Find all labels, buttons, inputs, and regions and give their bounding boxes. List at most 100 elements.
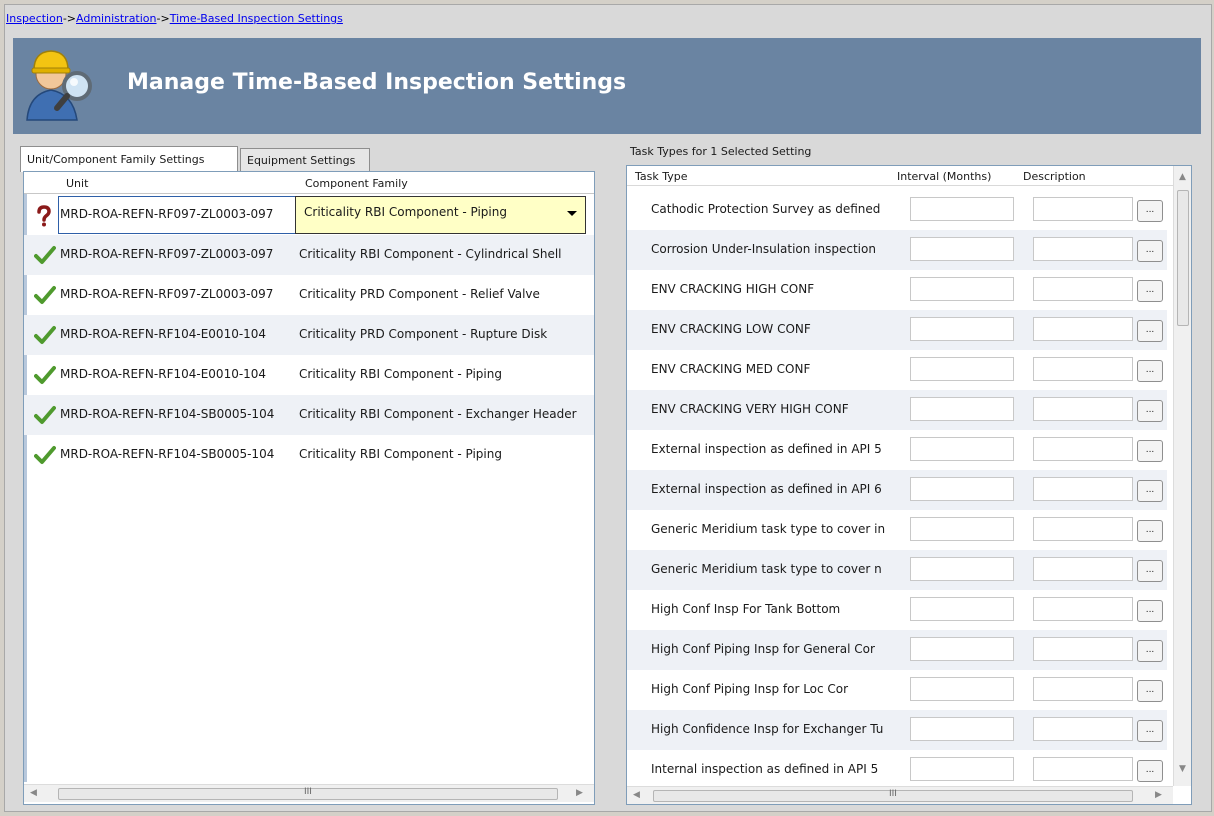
ellipsis-button[interactable]: ... xyxy=(1137,760,1163,782)
scroll-right-icon[interactable]: ▶ xyxy=(576,788,583,798)
scroll-left-icon[interactable]: ◀ xyxy=(633,790,640,800)
task-type-row[interactable]: High Confidence Insp for Exchanger Tu... xyxy=(627,710,1167,750)
ellipsis-button[interactable]: ... xyxy=(1137,720,1163,742)
checkmark-icon xyxy=(34,285,56,305)
ellipsis-button[interactable]: ... xyxy=(1137,320,1163,342)
checkmark-icon xyxy=(34,405,56,425)
interval-input[interactable] xyxy=(910,597,1014,621)
description-input[interactable] xyxy=(1033,637,1133,661)
task-type-row[interactable]: High Conf Piping Insp for General Cor... xyxy=(627,630,1167,670)
table-row[interactable]: MRD-ROA-REFN-RF104-SB0005-104 Criticality… xyxy=(24,395,594,435)
component-family-cell: Criticality RBI Component - Piping xyxy=(299,447,502,461)
table-row[interactable]: MRD-ROA-REFN-RF097-ZL0003-097 Criticality… xyxy=(24,275,594,315)
scroll-right-icon[interactable]: ▶ xyxy=(1155,790,1162,800)
breadcrumb-link-administration[interactable]: Administration xyxy=(76,12,157,25)
table-row[interactable]: MRD-ROA-REFN-RF097-ZL0003-097 Criticality… xyxy=(24,195,594,235)
task-type-row[interactable]: External inspection as defined in API 6.… xyxy=(627,470,1167,510)
task-grid-header: Task Type Interval (Months) Description xyxy=(627,166,1173,186)
task-type-row[interactable]: ENV CRACKING MED CONF... xyxy=(627,350,1167,390)
ellipsis-button[interactable]: ... xyxy=(1137,440,1163,462)
description-input[interactable] xyxy=(1033,317,1133,341)
table-row[interactable]: MRD-ROA-REFN-RF104-SB0005-104 Criticality… xyxy=(24,435,594,475)
ellipsis-button[interactable]: ... xyxy=(1137,680,1163,702)
interval-input[interactable] xyxy=(910,197,1014,221)
task-type-row[interactable]: ENV CRACKING HIGH CONF... xyxy=(627,270,1167,310)
description-input[interactable] xyxy=(1033,757,1133,781)
interval-input[interactable] xyxy=(910,557,1014,581)
column-header-unit[interactable]: Unit xyxy=(66,177,88,190)
description-input[interactable] xyxy=(1033,357,1133,381)
ellipsis-button[interactable]: ... xyxy=(1137,360,1163,382)
table-row[interactable]: MRD-ROA-REFN-RF097-ZL0003-097 Criticality… xyxy=(24,235,594,275)
interval-input[interactable] xyxy=(910,357,1014,381)
left-horizontal-scrollbar[interactable]: ◀ III ▶ xyxy=(24,784,594,802)
description-input[interactable] xyxy=(1033,597,1133,621)
scroll-down-icon[interactable]: ▼ xyxy=(1179,764,1186,774)
interval-input[interactable] xyxy=(910,317,1014,341)
description-input[interactable] xyxy=(1033,517,1133,541)
description-input[interactable] xyxy=(1033,277,1133,301)
ellipsis-button[interactable]: ... xyxy=(1137,240,1163,262)
breadcrumb-link-time-based-settings[interactable]: Time-Based Inspection Settings xyxy=(170,12,343,25)
interval-input[interactable] xyxy=(910,757,1014,781)
breadcrumb-link-inspection[interactable]: Inspection xyxy=(6,12,63,25)
interval-input[interactable] xyxy=(910,237,1014,261)
ellipsis-button[interactable]: ... xyxy=(1137,480,1163,502)
task-type-row[interactable]: Corrosion Under-Insulation inspection... xyxy=(627,230,1167,270)
task-type-name: Generic Meridium task type to cover n xyxy=(651,562,882,576)
description-input[interactable] xyxy=(1033,677,1133,701)
scroll-left-icon[interactable]: ◀ xyxy=(30,788,37,798)
description-input[interactable] xyxy=(1033,717,1133,741)
column-header-description[interactable]: Description xyxy=(1023,170,1086,183)
task-type-name: Internal inspection as defined in API 5 xyxy=(651,762,879,776)
task-type-row[interactable]: High Conf Insp For Tank Bottom... xyxy=(627,590,1167,630)
task-type-row[interactable]: Generic Meridium task type to cover in..… xyxy=(627,510,1167,550)
task-horizontal-scrollbar[interactable]: ◀ III ▶ xyxy=(627,786,1173,804)
table-row[interactable]: MRD-ROA-REFN-RF104-E0010-104 Criticality … xyxy=(24,355,594,395)
interval-input[interactable] xyxy=(910,517,1014,541)
interval-input[interactable] xyxy=(910,717,1014,741)
ellipsis-button[interactable]: ... xyxy=(1137,600,1163,622)
component-family-dropdown[interactable]: Criticality RBI Component - Piping xyxy=(295,196,586,234)
tab-unit-component-family[interactable]: Unit/Component Family Settings xyxy=(20,146,238,172)
description-input[interactable] xyxy=(1033,237,1133,261)
ellipsis-button[interactable]: ... xyxy=(1137,560,1163,582)
ellipsis-button[interactable]: ... xyxy=(1137,640,1163,662)
component-family-cell: Criticality RBI Component - Exchanger He… xyxy=(299,407,577,421)
unit-cell: MRD-ROA-REFN-RF104-E0010-104 xyxy=(60,327,267,341)
task-type-row[interactable]: Generic Meridium task type to cover n... xyxy=(627,550,1167,590)
scroll-up-icon[interactable]: ▲ xyxy=(1179,172,1186,182)
column-header-task-type[interactable]: Task Type xyxy=(635,170,688,183)
interval-input[interactable] xyxy=(910,477,1014,501)
task-type-name: External inspection as defined in API 5 xyxy=(651,442,882,456)
ellipsis-button[interactable]: ... xyxy=(1137,280,1163,302)
task-type-row[interactable]: Internal inspection as defined in API 5.… xyxy=(627,750,1167,790)
task-type-row[interactable]: ENV CRACKING LOW CONF... xyxy=(627,310,1167,350)
description-input[interactable] xyxy=(1033,197,1133,221)
scrollbar-thumb[interactable] xyxy=(1177,190,1189,326)
description-input[interactable] xyxy=(1033,437,1133,461)
task-type-row[interactable]: ENV CRACKING VERY HIGH CONF... xyxy=(627,390,1167,430)
task-type-row[interactable]: High Conf Piping Insp for Loc Cor... xyxy=(627,670,1167,710)
column-header-interval[interactable]: Interval (Months) xyxy=(897,170,991,183)
description-input[interactable] xyxy=(1033,397,1133,421)
description-input[interactable] xyxy=(1033,557,1133,581)
task-vertical-scrollbar[interactable]: ▲ ▼ xyxy=(1173,166,1191,786)
column-header-component-family[interactable]: Component Family xyxy=(305,177,408,190)
ellipsis-button[interactable]: ... xyxy=(1137,200,1163,222)
interval-input[interactable] xyxy=(910,277,1014,301)
checkmark-icon xyxy=(34,445,56,465)
interval-input[interactable] xyxy=(910,677,1014,701)
task-type-row[interactable]: External inspection as defined in API 5.… xyxy=(627,430,1167,470)
interval-input[interactable] xyxy=(910,397,1014,421)
ellipsis-button[interactable]: ... xyxy=(1137,400,1163,422)
chevron-down-icon[interactable] xyxy=(567,211,577,216)
unit-cell: MRD-ROA-REFN-RF097-ZL0003-097 xyxy=(60,287,274,301)
interval-input[interactable] xyxy=(910,437,1014,461)
interval-input[interactable] xyxy=(910,637,1014,661)
description-input[interactable] xyxy=(1033,477,1133,501)
table-row[interactable]: MRD-ROA-REFN-RF104-E0010-104 Criticality … xyxy=(24,315,594,355)
task-type-row[interactable]: Cathodic Protection Survey as defined... xyxy=(627,190,1167,230)
ellipsis-button[interactable]: ... xyxy=(1137,520,1163,542)
tab-equipment-settings[interactable]: Equipment Settings xyxy=(240,148,370,172)
